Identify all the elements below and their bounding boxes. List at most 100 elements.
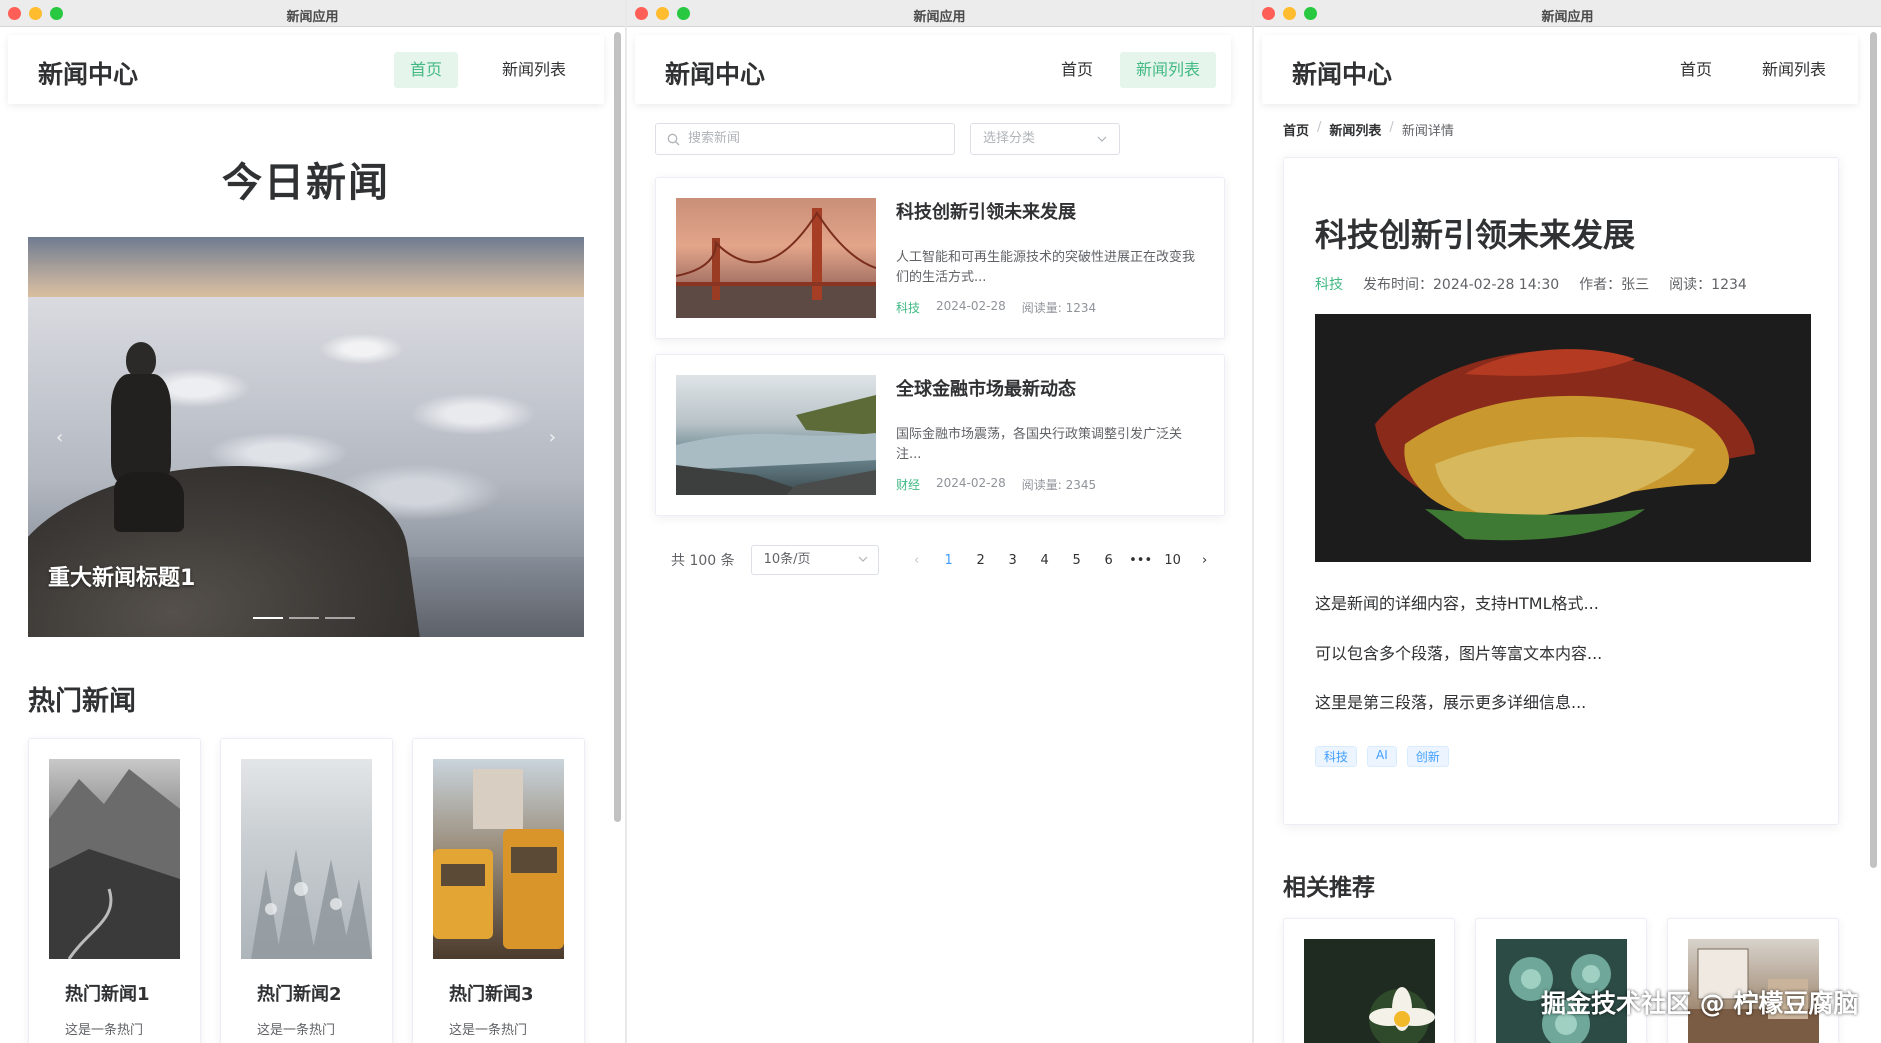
nav-home[interactable]: 首页 xyxy=(1045,52,1109,88)
article-paragraph: 这是新闻的详细内容，支持HTML格式... xyxy=(1315,594,1599,613)
news-date: 2024-02-28 xyxy=(936,299,1006,313)
article-paragraph: 这里是第三段落，展示更多详细信息... xyxy=(1315,693,1587,712)
nav-news-list[interactable]: 新闻列表 xyxy=(486,52,582,88)
breadcrumb-separator: / xyxy=(1317,120,1322,135)
hot-news-image xyxy=(433,759,564,959)
tag[interactable]: AI xyxy=(1367,746,1397,767)
page-number[interactable]: 4 xyxy=(1029,553,1061,568)
page-heading: 今日新闻 xyxy=(222,160,390,206)
page-number[interactable]: 1 xyxy=(933,553,965,568)
hot-news-card[interactable]: 热门新闻3 这是一条热门 xyxy=(412,738,585,1043)
window-title: 新闻应用 xyxy=(913,10,966,25)
category-placeholder: 选择分类 xyxy=(983,131,1036,146)
carousel-next-icon[interactable]: › xyxy=(549,427,556,448)
hot-news-title[interactable]: 热门新闻1 xyxy=(65,980,150,1006)
related-heading: 相关推荐 xyxy=(1283,875,1375,901)
news-list-item[interactable]: 全球金融市场最新动态 国际金融市场震荡，各国央行政策调整引发广泛关注... 财经… xyxy=(655,354,1225,516)
page-size-value: 10条/页 xyxy=(763,552,811,567)
hot-news-card[interactable]: 热门新闻2 这是一条热门 xyxy=(220,738,393,1043)
page-number[interactable]: 2 xyxy=(965,553,997,568)
article-card: 科技创新引领未来发展 科技 发布时间：2024-02-28 14:30 作者：张… xyxy=(1283,157,1839,825)
article-meta: 科技 发布时间：2024-02-28 14:30 作者：张三 阅读：1234 xyxy=(1315,274,1747,294)
brand-logo[interactable]: 新闻中心 xyxy=(1292,55,1392,91)
news-title[interactable]: 科技创新引领未来发展 xyxy=(896,198,1076,224)
nav-home[interactable]: 首页 xyxy=(1664,52,1728,88)
hot-news-desc: 这是一条热门 xyxy=(65,1023,144,1038)
article-category[interactable]: 科技 xyxy=(1315,274,1343,294)
breadcrumb-separator: / xyxy=(1389,120,1394,135)
carousel-indicator[interactable] xyxy=(289,617,319,619)
carousel-indicators xyxy=(253,617,355,619)
news-carousel[interactable]: ‹ › 重大新闻标题1 xyxy=(28,237,584,637)
hot-news-card[interactable]: 热门新闻1 这是一条热门 xyxy=(28,738,201,1043)
article-publish-time: 发布时间：2024-02-28 14:30 xyxy=(1363,277,1560,293)
carousel-indicator[interactable] xyxy=(325,617,355,619)
title-bar: 新闻应用 xyxy=(1254,0,1881,27)
news-list-item[interactable]: 科技创新引领未来发展 人工智能和可再生能源技术的突破性进展正在改变我们的生活方式… xyxy=(655,177,1225,339)
carousel-caption: 重大新闻标题1 xyxy=(48,566,196,591)
breadcrumb: 首页 / 新闻列表 / 新闻详情 xyxy=(1283,120,1454,139)
next-page-icon[interactable]: › xyxy=(1189,553,1221,568)
tag[interactable]: 创新 xyxy=(1406,746,1449,767)
hot-news-image xyxy=(241,759,372,959)
detail-window: 新闻应用 新闻中心 首页 新闻列表 首页 / 新闻列表 / 新闻详情 科技创新引… xyxy=(1254,0,1881,1043)
article-tags: 科技 AI 创新 xyxy=(1315,746,1449,767)
hot-news-desc: 这是一条热门 xyxy=(257,1023,336,1038)
related-news-card[interactable] xyxy=(1667,918,1839,1043)
search-placeholder: 搜索新闻 xyxy=(688,131,741,146)
article-author: 作者：张三 xyxy=(1579,277,1650,293)
news-date: 2024-02-28 xyxy=(936,476,1006,490)
search-icon xyxy=(667,133,680,146)
news-thumbnail xyxy=(676,198,876,318)
page-number[interactable]: 6 xyxy=(1093,553,1125,568)
news-title[interactable]: 全球金融市场最新动态 xyxy=(896,375,1076,401)
scrollbar[interactable] xyxy=(614,32,621,822)
scrollbar[interactable] xyxy=(1870,32,1877,868)
news-reads: 阅读量: 1234 xyxy=(1021,301,1097,315)
article-title: 科技创新引领未来发展 xyxy=(1315,216,1636,254)
nav-news-list[interactable]: 新闻列表 xyxy=(1746,52,1842,88)
carousel-indicator[interactable] xyxy=(253,617,283,619)
news-category: 科技 xyxy=(896,301,921,315)
carousel-person xyxy=(106,342,184,542)
pager: ‹ 1 2 3 4 5 6 ••• 10 › xyxy=(901,553,1221,568)
prev-page-icon[interactable]: ‹ xyxy=(901,553,933,568)
carousel-prev-icon[interactable]: ‹ xyxy=(56,427,63,448)
article-reads: 阅读：1234 xyxy=(1669,277,1747,293)
title-bar: 新闻应用 xyxy=(0,0,625,27)
top-navbar: 新闻中心 首页 新闻列表 xyxy=(8,35,604,104)
more-pages-icon[interactable]: ••• xyxy=(1125,553,1157,568)
article-image xyxy=(1315,314,1811,562)
page-size-select[interactable]: 10条/页 xyxy=(750,545,879,575)
page-number[interactable]: 3 xyxy=(997,553,1029,568)
hot-news-title[interactable]: 热门新闻2 xyxy=(257,980,342,1006)
hot-news-title[interactable]: 热门新闻3 xyxy=(449,980,534,1006)
news-category: 财经 xyxy=(896,478,921,492)
home-window: 新闻应用 新闻中心 首页 新闻列表 今日新闻 ‹ › 重大新闻标题1 热门新闻 … xyxy=(0,0,625,1043)
news-summary: 国际金融市场震荡，各国央行政策调整引发广泛关注... xyxy=(896,427,1183,462)
title-bar: 新闻应用 xyxy=(627,0,1252,27)
nav-news-list[interactable]: 新闻列表 xyxy=(1120,52,1217,88)
page-number[interactable]: 5 xyxy=(1061,553,1093,568)
top-navbar: 新闻中心 首页 新闻列表 xyxy=(1262,35,1858,104)
news-meta: 财经 2024-02-28 阅读量: 2345 xyxy=(896,476,1096,493)
top-navbar: 新闻中心 首页 新闻列表 xyxy=(635,35,1231,104)
page-number[interactable]: 10 xyxy=(1157,553,1189,568)
pagination-total: 共 100 条 xyxy=(671,553,735,569)
news-meta: 科技 2024-02-28 阅读量: 1234 xyxy=(896,299,1096,316)
tag[interactable]: 科技 xyxy=(1315,746,1358,767)
brand-logo[interactable]: 新闻中心 xyxy=(38,55,138,91)
article-paragraph: 可以包含多个段落，图片等富文本内容... xyxy=(1315,644,1603,663)
related-news-image xyxy=(1304,939,1435,1043)
hot-news-image xyxy=(49,759,180,960)
category-select[interactable]: 选择分类 xyxy=(970,123,1120,155)
brand-logo[interactable]: 新闻中心 xyxy=(665,55,765,91)
related-news-card[interactable] xyxy=(1283,918,1455,1043)
search-input[interactable]: 搜索新闻 xyxy=(655,123,955,155)
breadcrumb-list[interactable]: 新闻列表 xyxy=(1329,120,1381,139)
nav-home[interactable]: 首页 xyxy=(394,52,459,88)
breadcrumb-current: 新闻详情 xyxy=(1401,124,1454,139)
breadcrumb-home[interactable]: 首页 xyxy=(1283,120,1309,139)
related-news-card[interactable] xyxy=(1475,918,1647,1043)
chevron-down-icon xyxy=(858,556,868,562)
